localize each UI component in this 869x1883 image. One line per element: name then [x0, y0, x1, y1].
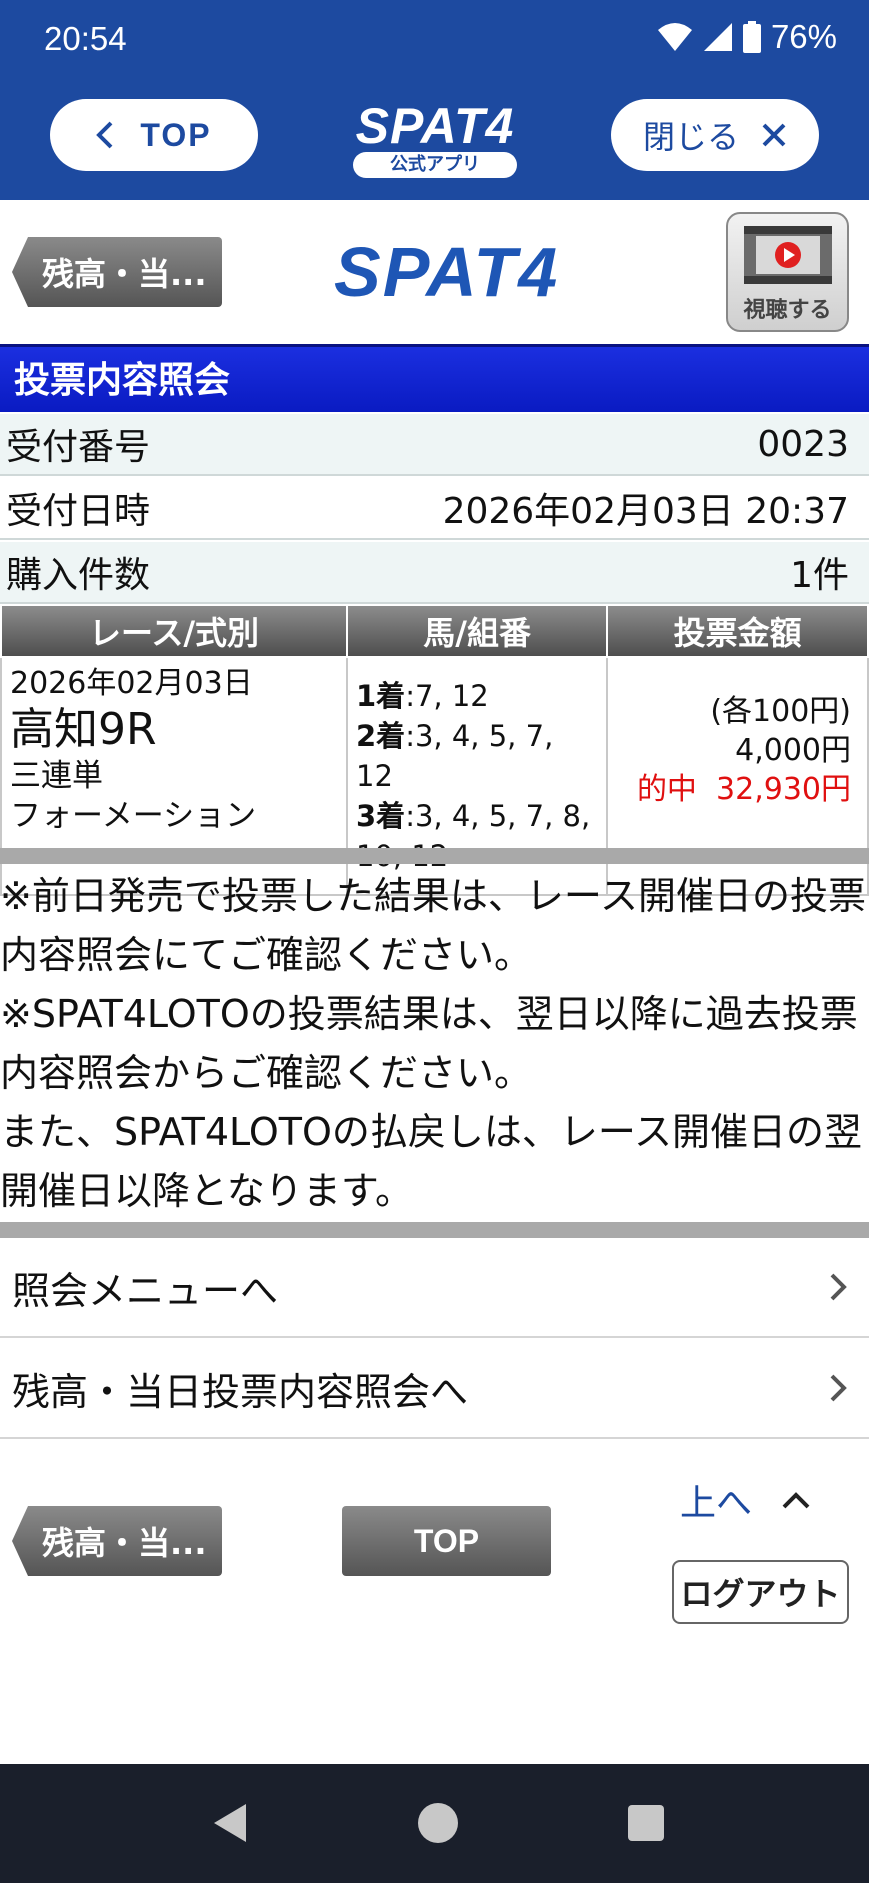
table-header-row: レース/式別 馬/組番 投票金額 — [0, 604, 869, 658]
receipt-number-row: 受付番号 0023 — [0, 414, 869, 476]
app-logo-subtitle: 公式アプリ — [353, 152, 517, 178]
signal-icon — [703, 23, 732, 51]
purchase-count-label: 購入件数 — [6, 555, 151, 596]
race-name: 高知9R — [10, 704, 157, 755]
watch-video-label: 視聴する — [743, 298, 832, 323]
recents-nav-icon[interactable] — [627, 1764, 665, 1883]
first-place-line: 1着:7, 12 — [356, 676, 598, 716]
spat4-app-logo: SPAT4 公式アプリ — [352, 100, 518, 178]
balance-today-label: 残高・当日投票内容照会へ — [12, 1369, 469, 1414]
close-icon — [762, 123, 786, 147]
app-close-label: 閉じる — [642, 118, 739, 156]
spat4-site-logo: SPAT4 — [334, 233, 560, 311]
battery-icon — [742, 21, 761, 53]
scroll-up-label: 上へ — [680, 1483, 753, 1524]
note-3: また、SPAT4LOTOの払戻しは、レース開催日の翌開催日以降となります。 — [0, 1110, 862, 1213]
system-nav-bar — [0, 1764, 869, 1883]
video-film-icon — [743, 226, 832, 284]
page-title: 投票内容照会 — [0, 344, 869, 412]
first-place-label: 1着 — [356, 679, 406, 713]
hit-label: 的中 — [636, 772, 697, 807]
hit-value: 32,930円 — [716, 772, 851, 807]
app-top-label: TOP — [140, 116, 212, 153]
watch-video-button[interactable]: 視聴する — [726, 212, 849, 332]
back-balance-button-bottom[interactable]: 残高・当... — [12, 1506, 222, 1576]
total-amount: 4,000円 — [735, 733, 851, 768]
third-place-line: 3着:3, 4, 5, 7, 8, — [356, 796, 598, 836]
scroll-up-link[interactable]: 上へ — [680, 1474, 810, 1526]
purchase-count-row: 購入件数 1件 — [0, 542, 869, 604]
header-horse-combo: 馬/組番 — [345, 604, 609, 658]
unit-price: (各100円) — [710, 694, 851, 729]
app-header: 20:54 76% TOP SPAT4 公式アプリ 閉じる — [0, 0, 869, 200]
balance-today-link[interactable]: 残高・当日投票内容照会へ — [0, 1339, 869, 1439]
status-icons: 76% — [657, 18, 837, 56]
inquiry-menu-label: 照会メニューへ — [12, 1268, 279, 1313]
top-button[interactable]: TOP — [342, 1506, 551, 1576]
chevron-right-icon — [830, 1374, 847, 1402]
chevron-right-icon — [830, 1273, 847, 1301]
bet-method: フォーメーション — [10, 798, 257, 834]
back-nav-icon[interactable] — [210, 1764, 250, 1883]
notes-block: ※前日発売で投票した結果は、レース開催日の投票内容照会にてご確認ください。 ※S… — [0, 867, 869, 1221]
divider — [0, 848, 869, 864]
receipt-datetime-label: 受付日時 — [6, 491, 151, 532]
status-time: 20:54 — [44, 20, 127, 57]
second-place-line: 2着:3, 4, 5, 7, 12 — [356, 716, 598, 796]
hit-payout: 的中 32,930円 — [616, 770, 851, 809]
receipt-number-label: 受付番号 — [6, 427, 151, 468]
race-date: 2026年02月03日 — [10, 666, 253, 701]
header-amount: 投票金額 — [606, 604, 869, 658]
app-close-button[interactable]: 閉じる — [611, 99, 819, 171]
home-nav-icon[interactable] — [417, 1764, 459, 1883]
third-place-label: 3着 — [356, 799, 406, 833]
back-balance-button[interactable]: 残高・当... — [12, 237, 222, 307]
chevron-left-icon — [96, 121, 113, 149]
purchase-count-value: 1件 — [790, 555, 849, 596]
wifi-icon — [657, 23, 692, 51]
inquiry-menu-link[interactable]: 照会メニューへ — [0, 1238, 869, 1338]
logout-button[interactable]: ログアウト — [672, 1560, 849, 1624]
note-1: ※前日発売で投票した結果は、レース開催日の投票内容照会にてご確認ください。 — [0, 874, 866, 977]
receipt-datetime-row: 受付日時 2026年02月03日 20:37 — [0, 478, 869, 540]
first-place-value: :7, 12 — [405, 679, 489, 713]
third-place-value: :3, 4, 5, 7, 8, — [405, 799, 591, 833]
divider — [0, 1222, 869, 1238]
second-place-label: 2着 — [356, 719, 406, 753]
receipt-datetime-value: 2026年02月03日 20:37 — [442, 491, 849, 532]
app-logo-word: SPAT4 — [355, 98, 515, 154]
receipt-number-value: 0023 — [757, 423, 849, 465]
header-race-type: レース/式別 — [0, 604, 348, 658]
app-top-button[interactable]: TOP — [50, 99, 258, 171]
battery-percent: 76% — [770, 18, 837, 55]
bet-type: 三連単 — [10, 758, 103, 794]
note-2: ※SPAT4LOTOの投票結果は、翌日以降に過去投票内容照会からご確認ください。 — [0, 992, 858, 1095]
chevron-up-icon — [782, 1492, 810, 1509]
